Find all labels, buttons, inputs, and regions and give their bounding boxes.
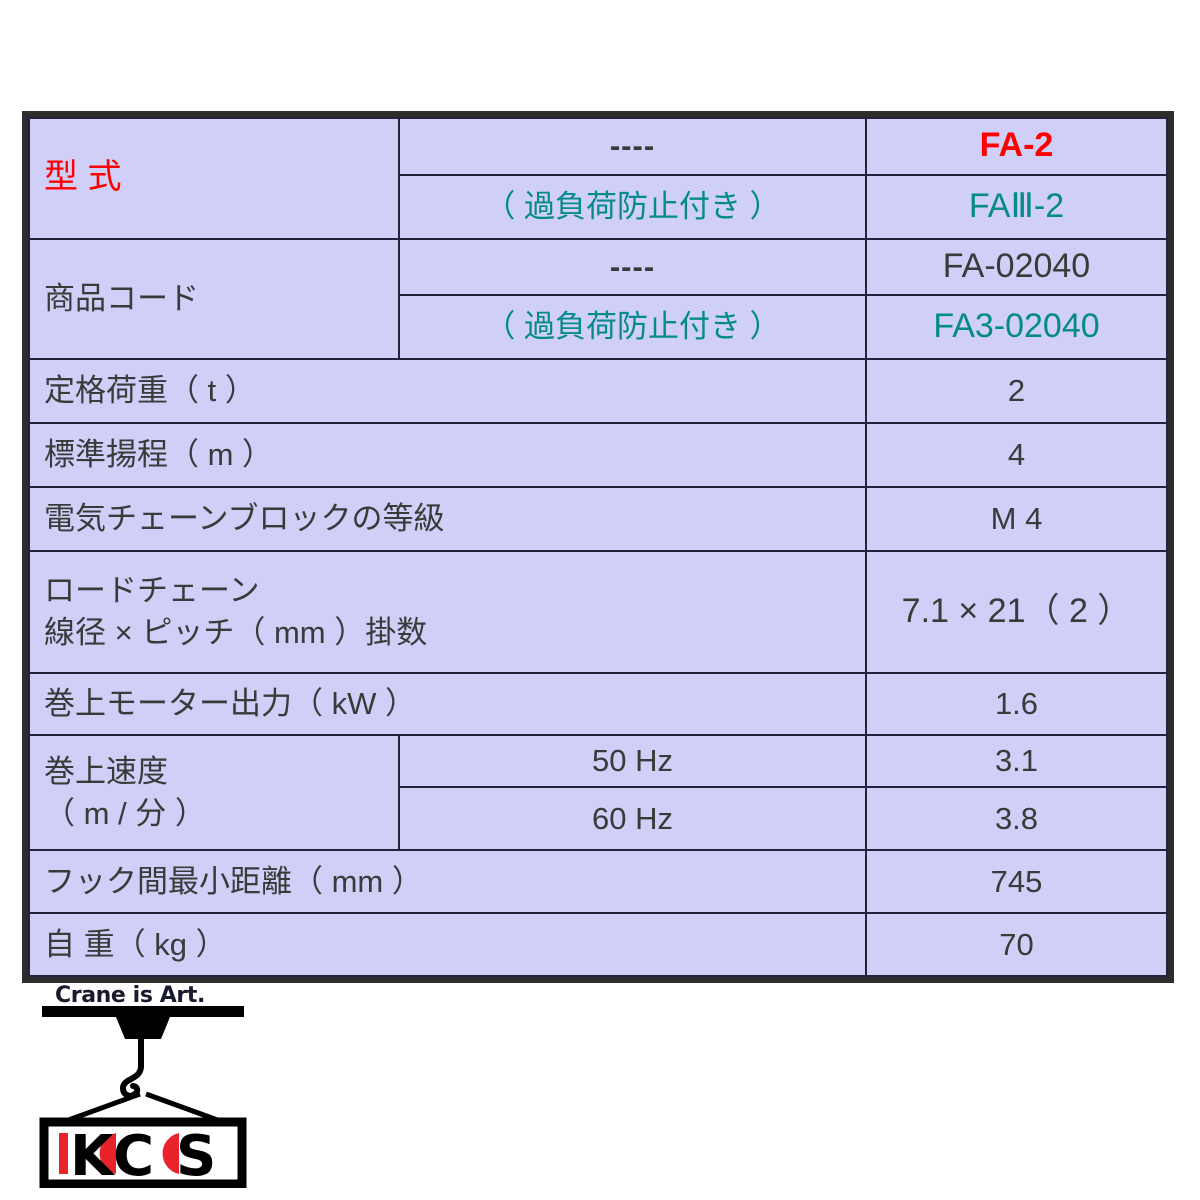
- crane-trolley-icon: [116, 1017, 170, 1039]
- row-value-model-overload: FAⅢ-2: [865, 173, 1168, 240]
- hook-icon: [119, 1063, 144, 1099]
- table-row: 巻上モーター出力（ kW ） 1.6: [28, 672, 1168, 737]
- table-row: 定格荷重（ t ） 2: [28, 358, 1168, 425]
- label-text-line2: 線径 × ピッチ（ mm ）掛数: [44, 615, 428, 651]
- row-label-standard-lift: 標準揚程（ m ）: [28, 422, 867, 489]
- kcs-logo: K C S: [39, 1006, 247, 1188]
- row-value-standard-lift: 4: [865, 422, 1168, 489]
- label-text: 巻上モーター出力（ kW ）: [44, 686, 416, 722]
- value-text: FA-2: [979, 126, 1054, 165]
- row-label-min-hook-distance: フック間最小距離（ mm ）: [28, 849, 867, 914]
- label-text: 標準揚程（ m ）: [44, 437, 274, 473]
- row-label-load-chain: ロードチェーン 線径 × ピッチ（ mm ）掛数: [28, 550, 867, 675]
- row-value-load-chain: 7.1 × 21（ 2 ）: [865, 550, 1168, 675]
- label-text: 自 重（ kg ）: [44, 926, 227, 962]
- row-value-hoist-speed-60hz: 3.8: [865, 786, 1168, 851]
- row-value-min-hook-distance: 745: [865, 849, 1168, 914]
- dash-placeholder: ----: [609, 128, 656, 164]
- value-text: 4: [1007, 437, 1026, 473]
- row-value-motor-output: 1.6: [865, 672, 1168, 737]
- value-text: FA-02040: [942, 246, 1091, 285]
- table-row: 商品コード ---- FA-02040: [28, 237, 1168, 361]
- table-row: フック間最小距離（ mm ） 745: [28, 849, 1168, 914]
- value-text: 3.1: [994, 743, 1039, 779]
- label-text-line1: 巻上速度: [44, 753, 168, 789]
- dash-placeholder: ----: [609, 248, 656, 284]
- row-value-hoist-class: M 4: [865, 486, 1168, 553]
- value-text: 70: [999, 926, 1034, 962]
- row-sub-product-code-overload: （ 過負荷防止付き ）: [398, 294, 867, 361]
- label-text: 商品コード: [44, 280, 199, 316]
- row-label-model: 型 式: [28, 117, 400, 240]
- label-text: 定格荷重（ t ）: [44, 373, 256, 409]
- label-text-line2: （ m / 分 ）: [44, 795, 206, 831]
- logo-tagline: Crane is Art.: [55, 983, 205, 1008]
- table-row: 型 式 ---- FA-2: [28, 117, 1168, 240]
- label-text: 電気チェーンブロックの等級: [44, 501, 445, 537]
- row-value-hoist-speed-50hz: 3.1: [865, 734, 1168, 788]
- row-sub-model-plain: ----: [398, 117, 867, 176]
- sub-text: 60 Hz: [592, 800, 673, 836]
- table-row: 自 重（ kg ） 70: [28, 912, 1168, 977]
- value-text: M 4: [990, 501, 1043, 537]
- label-text-line1: ロードチェーン: [44, 573, 260, 609]
- row-label-product-code: 商品コード: [28, 237, 400, 361]
- logo-letter-k: K: [70, 1124, 116, 1188]
- logo-letter-c: C: [113, 1124, 154, 1188]
- label-text: 型 式: [44, 158, 122, 197]
- value-text: 745: [990, 863, 1043, 899]
- row-sub-hoist-speed-60hz: 60 Hz: [398, 786, 867, 851]
- value-text: 3.8: [994, 800, 1039, 836]
- logo-accent-bar-1: [59, 1133, 68, 1174]
- value-text: FAⅢ-2: [968, 186, 1065, 225]
- sub-text: （ 過負荷防止付き ）: [484, 188, 781, 224]
- table-row: ロードチェーン 線径 × ピッチ（ mm ）掛数 7.1 × 21（ 2 ）: [28, 550, 1168, 675]
- row-label-rated-load: 定格荷重（ t ）: [28, 358, 867, 425]
- row-value-product-code-plain: FA-02040: [865, 237, 1168, 297]
- row-value-self-weight: 70: [865, 912, 1168, 977]
- row-label-self-weight: 自 重（ kg ）: [28, 912, 867, 977]
- row-label-motor-output: 巻上モーター出力（ kW ）: [28, 672, 867, 737]
- logo-letter-s: S: [176, 1124, 216, 1188]
- value-text: FA3-02040: [933, 307, 1100, 346]
- row-sub-hoist-speed-50hz: 50 Hz: [398, 734, 867, 788]
- label-text: フック間最小距離（ mm ）: [44, 863, 423, 899]
- row-label-hoist-class: 電気チェーンブロックの等級: [28, 486, 867, 553]
- table-row: 電気チェーンブロックの等級 M 4: [28, 486, 1168, 553]
- table-row: 巻上速度 （ m / 分 ） 50 Hz 3.1: [28, 734, 1168, 851]
- value-text: 2: [1007, 373, 1026, 409]
- specification-table: 型 式 ---- FA-2 （ 過負荷防止付き ） FAⅢ-2 商品コード --…: [28, 117, 1168, 977]
- row-value-product-code-overload: FA3-02040: [865, 294, 1168, 361]
- row-sub-model-overload: （ 過負荷防止付き ）: [398, 173, 867, 240]
- row-value-rated-load: 2: [865, 358, 1168, 425]
- row-label-hoist-speed: 巻上速度 （ m / 分 ）: [28, 734, 400, 851]
- row-sub-product-code-plain: ----: [398, 237, 867, 297]
- row-value-model-plain: FA-2: [865, 117, 1168, 176]
- spec-table-container: 型 式 ---- FA-2 （ 過負荷防止付き ） FAⅢ-2 商品コード --…: [22, 111, 1174, 983]
- value-text: 1.6: [994, 686, 1039, 722]
- value-text: 7.1 × 21（ 2 ）: [901, 592, 1132, 631]
- sub-text: 50 Hz: [592, 743, 673, 779]
- sub-text: （ 過負荷防止付き ）: [484, 309, 781, 345]
- table-row: 標準揚程（ m ） 4: [28, 422, 1168, 489]
